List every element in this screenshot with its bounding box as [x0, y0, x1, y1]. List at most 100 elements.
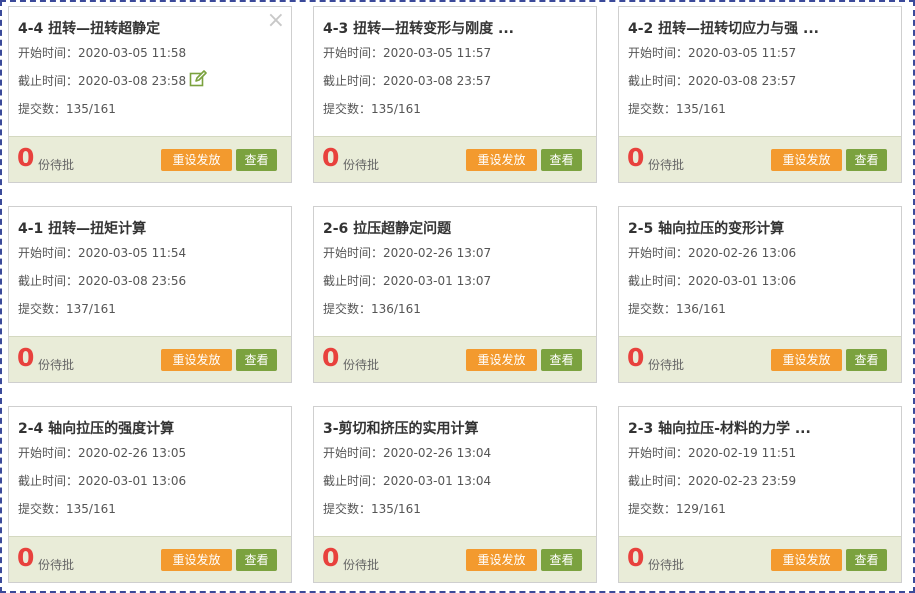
end-time-label: 截止时间： — [628, 274, 689, 288]
view-button[interactable]: 查看 — [236, 149, 277, 171]
assignment-title[interactable]: 2-4 轴向拉压的强度计算 — [18, 418, 268, 438]
reset-release-button[interactable]: 重设发放 — [771, 349, 842, 371]
start-time-label: 开始时间： — [628, 46, 689, 60]
submit-count-value: 135/161 — [66, 102, 116, 116]
submit-count-value: 136/161 — [676, 302, 726, 316]
view-button[interactable]: 查看 — [846, 549, 887, 571]
start-time-label: 开始时间： — [18, 446, 79, 460]
submit-count-value: 129/161 — [676, 502, 726, 516]
end-time-value: 2020-03-01 13:06 — [688, 274, 797, 288]
pending-label: 份待批 — [343, 558, 380, 572]
start-time-label: 开始时间： — [323, 46, 384, 60]
assignment-card: 2-6 拉压超静定问题 开始时间：2020-02-26 13:07 截止时间：2… — [313, 206, 597, 383]
assignment-title[interactable]: 2-5 轴向拉压的变形计算 — [628, 218, 878, 238]
card-footer: 0 份待批 重设发放 查看 — [619, 136, 901, 182]
submit-count-value: 135/161 — [371, 102, 421, 116]
start-time-label: 开始时间： — [323, 246, 384, 260]
start-time-value: 2020-02-26 13:04 — [383, 446, 492, 460]
submit-count: 提交数：135/161 — [628, 100, 726, 117]
end-time: 截止时间：2020-03-08 23:57 — [323, 72, 491, 89]
pending-label: 份待批 — [38, 158, 75, 172]
assignment-card: 4-1 扭转—扭矩计算 开始时间：2020-03-05 11:54 截止时间：2… — [8, 206, 292, 383]
view-button[interactable]: 查看 — [846, 349, 887, 371]
view-button[interactable]: 查看 — [541, 349, 582, 371]
end-time-value: 2020-03-08 23:56 — [78, 274, 187, 288]
start-time: 开始时间：2020-03-05 11:57 — [323, 44, 491, 61]
end-time-label: 截止时间： — [18, 74, 79, 88]
assignment-title[interactable]: 2-6 拉压超静定问题 — [323, 218, 573, 238]
start-time: 开始时间：2020-02-26 13:07 — [323, 244, 491, 261]
assignment-title[interactable]: 4-4 扭转—扭转超静定 — [18, 18, 268, 38]
start-time: 开始时间：2020-03-05 11:54 — [18, 244, 186, 261]
end-time-label: 截止时间： — [323, 474, 384, 488]
end-time-value: 2020-03-01 13:04 — [383, 474, 492, 488]
start-time-value: 2020-03-05 11:58 — [78, 46, 187, 60]
submit-count: 提交数：129/161 — [628, 500, 726, 517]
end-time-label: 截止时间： — [18, 274, 79, 288]
pending-count: 0 — [627, 343, 645, 372]
submit-count-label: 提交数： — [323, 502, 372, 516]
assignment-title[interactable]: 4-3 扭转—扭转变形与刚度 ... — [323, 18, 573, 38]
view-button[interactable]: 查看 — [236, 349, 277, 371]
reset-release-button[interactable]: 重设发放 — [161, 549, 232, 571]
reset-release-button[interactable]: 重设发放 — [161, 149, 232, 171]
end-time: 截止时间：2020-03-01 13:07 — [323, 272, 491, 289]
submit-count-label: 提交数： — [628, 302, 677, 316]
view-button[interactable]: 查看 — [236, 549, 277, 571]
pending-count: 0 — [627, 543, 645, 572]
end-time: 截止时间：2020-03-01 13:04 — [323, 472, 491, 489]
pending-count: 0 — [322, 143, 340, 172]
end-time-label: 截止时间： — [628, 74, 689, 88]
submit-count-label: 提交数： — [18, 102, 67, 116]
pending-label: 份待批 — [343, 158, 380, 172]
view-button[interactable]: 查看 — [846, 149, 887, 171]
start-time-value: 2020-02-26 13:07 — [383, 246, 492, 260]
pending-count: 0 — [17, 343, 35, 372]
pending-label: 份待批 — [648, 358, 685, 372]
reset-release-button[interactable]: 重设发放 — [771, 149, 842, 171]
view-button[interactable]: 查看 — [541, 149, 582, 171]
reset-release-button[interactable]: 重设发放 — [466, 549, 537, 571]
reset-release-button[interactable]: 重设发放 — [161, 349, 232, 371]
submit-count: 提交数：136/161 — [628, 300, 726, 317]
reset-release-button[interactable]: 重设发放 — [466, 149, 537, 171]
assignment-card: 2-3 轴向拉压-材料的力学 ... 开始时间：2020-02-19 11:51… — [618, 406, 902, 583]
card-footer: 0 份待批 重设发放 查看 — [9, 336, 291, 382]
assignment-title[interactable]: 3-剪切和挤压的实用计算 — [323, 418, 573, 438]
assignment-title[interactable]: 4-2 扭转—扭转切应力与强 ... — [628, 18, 878, 38]
close-icon[interactable]: × — [267, 9, 285, 33]
end-time-value: 2020-03-01 13:07 — [383, 274, 492, 288]
start-time: 开始时间：2020-02-26 13:05 — [18, 444, 186, 461]
end-time-value: 2020-03-08 23:57 — [383, 74, 492, 88]
end-time: 截止时间：2020-03-08 23:57 — [628, 72, 796, 89]
card-footer: 0 份待批 重设发放 查看 — [619, 336, 901, 382]
view-button[interactable]: 查看 — [541, 549, 582, 571]
assignment-card: 4-4 扭转—扭转超静定 × 开始时间：2020-03-05 11:58 截止时… — [8, 6, 292, 183]
reset-release-button[interactable]: 重设发放 — [466, 349, 537, 371]
start-time: 开始时间：2020-02-19 11:51 — [628, 444, 796, 461]
end-time-label: 截止时间： — [323, 74, 384, 88]
start-time-label: 开始时间： — [18, 46, 79, 60]
card-footer: 0 份待批 重设发放 查看 — [9, 536, 291, 582]
pending-label: 份待批 — [343, 358, 380, 372]
start-time-label: 开始时间： — [323, 446, 384, 460]
end-time-value: 2020-02-23 23:59 — [688, 474, 797, 488]
end-time: 截止时间：2020-02-23 23:59 — [628, 472, 796, 489]
start-time-label: 开始时间： — [628, 246, 689, 260]
assignment-card: 2-5 轴向拉压的变形计算 开始时间：2020-02-26 13:06 截止时间… — [618, 206, 902, 383]
assignment-card: 2-4 轴向拉压的强度计算 开始时间：2020-02-26 13:05 截止时间… — [8, 406, 292, 583]
assignment-card: 4-3 扭转—扭转变形与刚度 ... 开始时间：2020-03-05 11:57… — [313, 6, 597, 183]
end-time-value: 2020-03-01 13:06 — [78, 474, 187, 488]
start-time: 开始时间：2020-03-05 11:58 — [18, 44, 186, 61]
reset-release-button[interactable]: 重设发放 — [771, 549, 842, 571]
assignment-title[interactable]: 4-1 扭转—扭矩计算 — [18, 218, 268, 238]
edit-icon[interactable] — [189, 70, 207, 88]
end-time: 截止时间：2020-03-01 13:06 — [18, 472, 186, 489]
assignment-card: 4-2 扭转—扭转切应力与强 ... 开始时间：2020-03-05 11:57… — [618, 6, 902, 183]
submit-count-label: 提交数： — [323, 102, 372, 116]
assignment-title[interactable]: 2-3 轴向拉压-材料的力学 ... — [628, 418, 878, 438]
start-time-value: 2020-02-26 13:05 — [78, 446, 187, 460]
submit-count: 提交数：136/161 — [323, 300, 421, 317]
submit-count-label: 提交数： — [18, 302, 67, 316]
pending-count: 0 — [322, 343, 340, 372]
